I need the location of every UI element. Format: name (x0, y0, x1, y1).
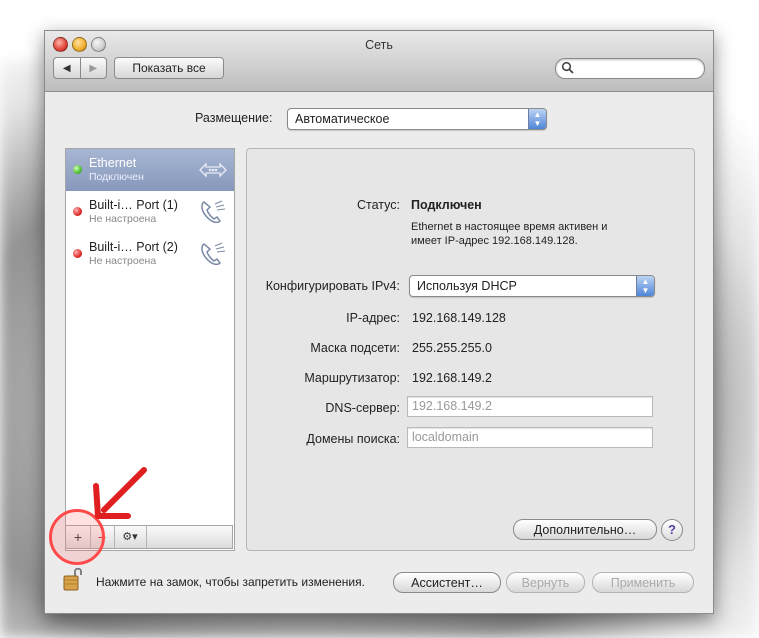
popup-arrows-icon: ▲ ▼ (528, 109, 546, 129)
service-status: Не настроена (89, 255, 157, 267)
service-status: Подключен (89, 171, 144, 183)
help-button[interactable]: ? (661, 519, 683, 541)
phone-modem-icon (201, 242, 226, 266)
ipv4-config-popup[interactable]: Используя DHCP ▲ ▼ (409, 275, 655, 297)
service-item-ethernet[interactable]: Ethernet Подключен (66, 149, 234, 191)
router-label: Маршрутизатор: (304, 371, 400, 385)
network-preferences-window: Сеть ◀ ▶ Показать все Размещение: Автома… (44, 30, 714, 614)
status-dot-red-icon (73, 249, 82, 258)
service-item-port-1[interactable]: Built-i… Port (1) Не настроена (66, 191, 234, 233)
popup-arrows-icon: ▲ ▼ (636, 276, 654, 296)
subnet-mask-label: Маска подсети: (310, 341, 400, 355)
advanced-button[interactable]: Дополнительно… (513, 519, 657, 540)
back-button[interactable]: ◀ (54, 58, 80, 78)
apply-button[interactable]: Применить (592, 572, 694, 593)
location-label: Размещение: (195, 111, 273, 125)
detail-panel: Статус: Подключен Ethernet в настоящее в… (246, 148, 695, 551)
service-name: Built-i… Port (1) (89, 198, 178, 212)
status-description-line-1: Ethernet в настоящее время активен и (411, 221, 608, 233)
assistant-button[interactable]: Ассистент… (393, 572, 501, 593)
ip-address-label: IP-адрес: (346, 311, 400, 325)
forward-button[interactable]: ▶ (79, 58, 107, 78)
service-item-port-2[interactable]: Built-i… Port (2) Не настроена (66, 233, 234, 275)
status-dot-green-icon (73, 165, 82, 174)
gear-menu-button[interactable]: ⚙▾ (114, 526, 147, 548)
window-title: Сеть (365, 38, 393, 52)
search-domains-field[interactable]: localdomain (407, 427, 653, 448)
search-domains-label: Домены поиска: (306, 432, 400, 446)
ipv4-config-value: Используя DHCP (417, 279, 517, 293)
subnet-mask-value: 255.255.255.0 (412, 341, 492, 355)
dns-server-field[interactable]: 192.168.149.2 (407, 396, 653, 417)
dns-server-value: 192.168.149.2 (412, 399, 492, 413)
location-value: Автоматическое (295, 112, 390, 126)
ethernet-icon (199, 162, 227, 178)
router-value: 192.168.149.2 (412, 371, 492, 385)
service-status: Не настроена (89, 213, 157, 225)
search-input[interactable] (555, 58, 705, 79)
annotation-arrow-icon (93, 467, 147, 519)
nav-buttons: ◀ ▶ (53, 57, 107, 79)
lock-icon[interactable] (63, 566, 83, 592)
titlebar: Сеть ◀ ▶ Показать все (45, 31, 713, 92)
search-icon (561, 61, 574, 74)
revert-button[interactable]: Вернуть (506, 572, 585, 593)
service-name: Built-i… Port (2) (89, 240, 178, 254)
status-description-line-2: имеет IP-адрес 192.168.149.128. (411, 235, 578, 247)
location-popup[interactable]: Автоматическое ▲ ▼ (287, 108, 547, 130)
phone-modem-icon (201, 200, 226, 224)
dns-server-label: DNS-сервер: (325, 401, 400, 415)
status-value: Подключен (411, 198, 482, 212)
status-label: Статус: (357, 198, 400, 212)
service-name: Ethernet (89, 156, 137, 170)
status-dot-red-icon (73, 207, 82, 216)
show-all-button[interactable]: Показать все (114, 57, 224, 79)
search-domains-value: localdomain (412, 430, 479, 444)
ip-address-value: 192.168.149.128 (412, 311, 506, 325)
lock-message: Нажмите на замок, чтобы запретить измене… (96, 575, 365, 589)
ipv4-config-label: Конфигурировать IPv4: (265, 279, 400, 293)
